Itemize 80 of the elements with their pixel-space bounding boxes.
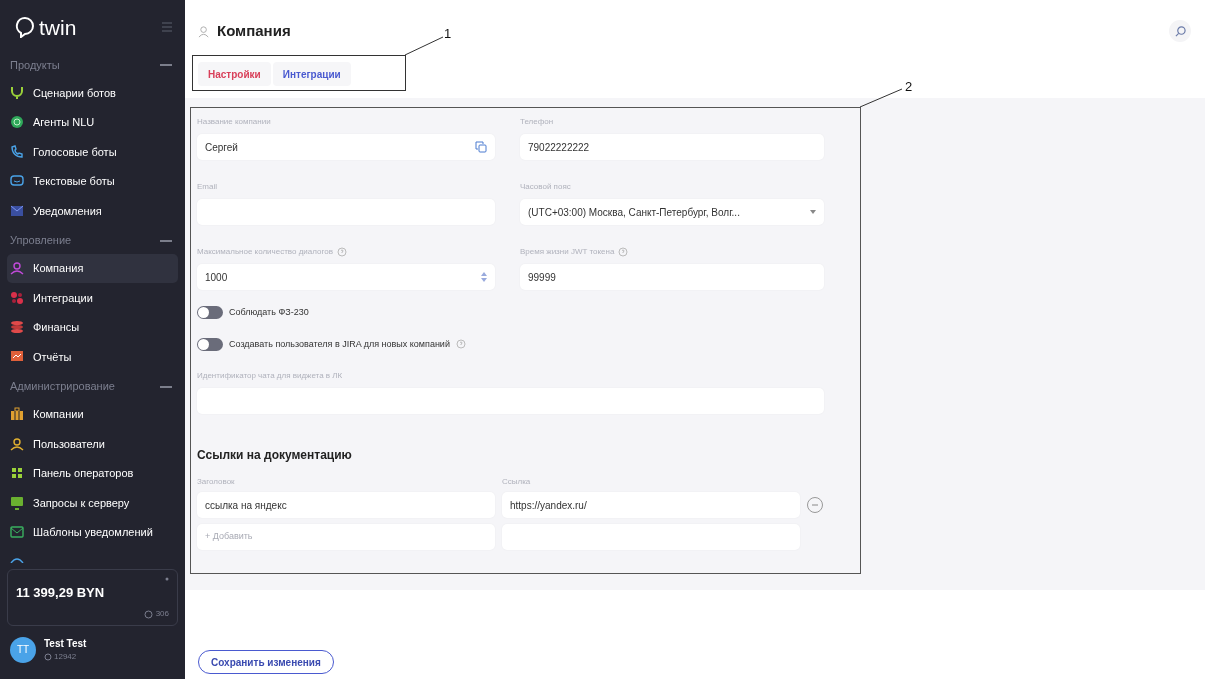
sidebar-item[interactable]: Компании	[7, 399, 178, 429]
stepper-icon	[481, 272, 487, 282]
chart-icon	[10, 349, 24, 364]
search-icon	[1174, 25, 1186, 37]
leader-line	[860, 88, 902, 108]
globe-icon	[10, 115, 24, 130]
field-label: Максимальное количество диалогов	[197, 245, 333, 258]
coin-icon	[143, 609, 153, 619]
chat-icon	[10, 174, 24, 189]
toggle-label: Создавать пользователя в JIRA для новых компаний	[229, 337, 450, 351]
toggle-switch[interactable]	[197, 306, 223, 320]
copy-icon	[475, 141, 487, 153]
person-icon	[198, 24, 211, 38]
callout-number: 2	[905, 78, 913, 96]
sidebar-item[interactable]: Голосовые боты	[7, 137, 178, 167]
users-icon	[10, 436, 24, 451]
dot-icon	[165, 577, 169, 581]
menu-icon	[162, 21, 172, 33]
toggle-switch[interactable]	[197, 337, 223, 351]
user-avatar: TT	[10, 636, 36, 663]
sidebar-item[interactable]: Панель операторов	[7, 458, 178, 488]
leader-line	[405, 36, 443, 56]
page-title: Компания	[217, 20, 291, 41]
toggle-label: Соблюдать ФЗ-230	[229, 306, 309, 319]
balance-count: 306	[155, 608, 169, 620]
input-field[interactable]: 99999	[520, 264, 824, 290]
minus-icon	[812, 504, 818, 506]
user-name: Test Test	[44, 637, 87, 651]
phone-icon	[10, 144, 24, 159]
help-icon	[618, 246, 629, 257]
head-logo-icon	[15, 16, 35, 38]
coin-icon	[44, 653, 52, 661]
tab[interactable]: Интеграции	[272, 62, 351, 86]
section-heading: Ссылки на документацию	[197, 447, 353, 464]
coins-icon	[10, 320, 24, 335]
section-heading: Упровление	[10, 233, 72, 249]
field-label: Email	[197, 180, 217, 193]
sidebar-item[interactable]: Запросы к серверу	[7, 488, 178, 518]
section-heading: Администрирование	[10, 379, 115, 395]
field-label: Часовой пояс	[520, 180, 571, 193]
sidebar-item[interactable]: Компания	[7, 253, 178, 283]
sidebar-item[interactable]: Шаблоны уведомлений	[7, 517, 178, 547]
arc-icon	[10, 557, 24, 563]
sidebar-item[interactable]: Текстовые боты	[7, 166, 178, 196]
input-field[interactable]: Сергей	[197, 134, 495, 160]
logo-text: twin	[39, 16, 77, 38]
field-label: Ссылка	[502, 476, 532, 488]
sidebar-item[interactable]: Интеграции	[7, 283, 178, 313]
sidebar-item[interactable]: Отчёты	[7, 342, 178, 372]
help-icon	[455, 339, 466, 350]
balance-amount: 11 399,29 BYN	[16, 584, 105, 602]
dropdown-caret-icon	[810, 210, 816, 214]
grid-icon	[10, 466, 24, 481]
sidebar-item[interactable]: Агенты NLU	[7, 107, 178, 137]
envelope-icon	[10, 203, 24, 218]
save-button[interactable]: Сохранить изменения	[198, 650, 334, 674]
sidebar-item[interactable]: Сценарии ботов	[7, 78, 178, 108]
field-label: Название компании	[197, 115, 271, 128]
field-label: Время жизни JWT токена	[520, 245, 615, 258]
input-field[interactable]: (UTC+03:00) Москва, Санкт-Петербург, Волг...	[520, 199, 824, 225]
sidebar-item[interactable]: Финансы	[7, 312, 178, 342]
section-heading: Продукты	[10, 57, 60, 73]
field-label: Телефон	[520, 115, 554, 128]
input-field[interactable]: 79022222222	[520, 134, 824, 160]
field-label: Заголовок	[197, 476, 236, 488]
branch-icon	[10, 85, 24, 100]
callout-number: 1	[444, 25, 452, 43]
briefcase-icon	[10, 407, 24, 422]
search-button[interactable]	[1169, 20, 1191, 42]
monitor-icon	[10, 495, 24, 510]
sidebar-item[interactable]: Уведомления	[7, 196, 178, 226]
user-id: 12942	[54, 651, 77, 663]
tab[interactable]: Настройки	[198, 62, 271, 86]
input-field[interactable]: ссылка на яндекс	[197, 492, 495, 518]
envelope-icon	[10, 525, 24, 540]
person-icon	[10, 261, 24, 276]
sidebar-item[interactable]: Пользователи	[7, 429, 178, 459]
input-field[interactable]: 1000	[197, 264, 495, 290]
input-field[interactable]: https://yandex.ru/	[502, 492, 800, 518]
help-icon	[336, 246, 347, 257]
